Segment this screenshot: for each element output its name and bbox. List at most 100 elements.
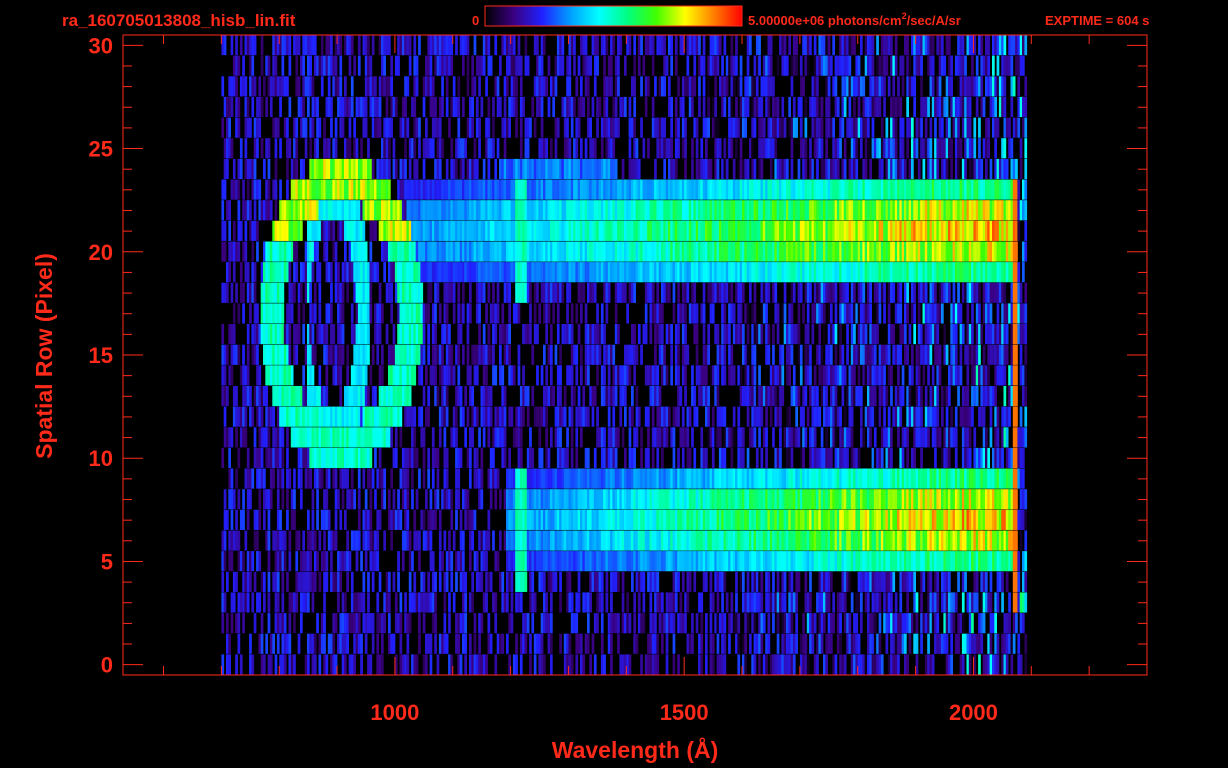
image-pixel [494, 613, 498, 634]
image-pixel [672, 613, 676, 634]
image-pixel [948, 447, 951, 469]
image-pixel [318, 633, 322, 654]
image-pixel [878, 613, 882, 634]
image-pixel [695, 551, 699, 572]
image-pixel [686, 427, 690, 448]
image-pixel [762, 613, 766, 634]
image-pixel [776, 386, 780, 407]
image-pixel [524, 571, 528, 592]
image-pixel [286, 365, 289, 386]
image-pixel [547, 613, 551, 634]
image-pixel [684, 324, 687, 345]
image-pixel [436, 282, 440, 303]
image-pixel [1003, 365, 1007, 386]
image-pixel [367, 324, 370, 345]
image-pixel [265, 633, 269, 654]
image-pixel [253, 282, 257, 303]
image-pixel [607, 406, 611, 427]
image-pixel [934, 282, 937, 303]
image-pixel [531, 592, 535, 613]
image-pixel [776, 303, 780, 324]
image-pixel [570, 406, 574, 427]
image-pixel [554, 344, 558, 365]
image-pixel [707, 344, 711, 365]
image-pixel [760, 386, 764, 407]
image-pixel [235, 468, 238, 489]
image-pixel [783, 592, 787, 613]
image-pixel [281, 592, 285, 613]
image-pixel [325, 489, 329, 510]
image-pixel [302, 427, 306, 448]
image-pixel [288, 468, 292, 489]
image-pixel [711, 447, 715, 469]
image-pixel [924, 303, 928, 324]
image-pixel [550, 427, 553, 448]
image-pixel [802, 303, 805, 324]
image-pixel [792, 262, 796, 283]
image-pixel [256, 530, 259, 551]
image-pixel [776, 633, 780, 654]
image-pixel [376, 592, 380, 613]
image-pixel [813, 365, 817, 386]
image-pixel [607, 282, 611, 303]
image-pixel [843, 530, 847, 551]
image-pixel [603, 365, 606, 386]
image-pixel [723, 613, 727, 634]
image-pixel [533, 654, 537, 675]
image-pixel [503, 386, 507, 407]
image-pixel [346, 468, 350, 489]
image-pixel [364, 241, 368, 262]
image-pixel [471, 592, 475, 613]
image-pixel [945, 406, 949, 427]
image-pixel [260, 447, 264, 469]
image-pixel [647, 427, 650, 448]
image-pixel [399, 386, 403, 407]
image-pixel [776, 406, 780, 427]
image-pixel [445, 386, 449, 407]
image-pixel [711, 262, 715, 283]
image-pixel [744, 468, 748, 489]
image-pixel [732, 406, 736, 427]
colorbar-min-label: 0 [472, 13, 479, 28]
image-pixel [367, 386, 370, 407]
image-pixel [316, 509, 319, 530]
image-pixel [350, 427, 354, 448]
image-pixel [260, 633, 264, 654]
image-pixel [434, 303, 437, 324]
image-pixel [311, 365, 315, 386]
image-pixel [783, 282, 787, 303]
image-pixel [487, 613, 491, 634]
image-pixel [457, 365, 461, 386]
image-pixel [911, 365, 914, 386]
image-pixel [938, 344, 942, 365]
image-pixel [644, 303, 648, 324]
image-pixel [867, 592, 870, 613]
image-pixel [631, 406, 634, 427]
image-pixel [269, 324, 273, 345]
image-pixel [1005, 654, 1009, 675]
image-pixel [469, 447, 472, 469]
image-pixel [957, 386, 960, 407]
image-pixel [283, 654, 287, 675]
image-pixel [753, 365, 757, 386]
image-pixel [487, 282, 491, 303]
image-pixel [506, 633, 509, 654]
image-pixel [515, 633, 518, 654]
image-pixel [982, 613, 986, 634]
image-pixel [966, 365, 970, 386]
image-pixel [746, 447, 750, 469]
image-pixel [429, 530, 433, 551]
image-pixel [848, 613, 852, 634]
image-pixel [388, 489, 391, 510]
image-pixel [890, 386, 893, 407]
image-pixel [746, 303, 750, 324]
image-pixel [577, 324, 581, 345]
image-pixel [286, 468, 289, 489]
image-pixel [610, 633, 613, 654]
image-pixel [230, 282, 234, 303]
image-pixel [293, 282, 296, 303]
image-pixel [575, 427, 579, 448]
image-pixel [221, 613, 225, 634]
image-pixel [344, 509, 347, 530]
image-pixel [968, 447, 972, 469]
